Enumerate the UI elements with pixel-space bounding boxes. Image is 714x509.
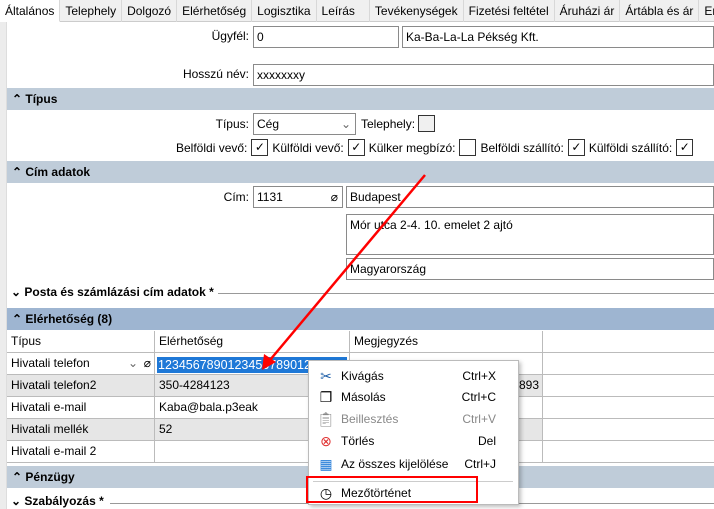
- section-title: Posta és számlázási cím adatok *: [24, 285, 214, 299]
- szabalyozas-section-header[interactable]: ⌄ Szabályozás *: [11, 494, 108, 508]
- section-title: Szabályozás *: [24, 494, 104, 508]
- arrow-line: [269, 174, 426, 361]
- posta-section-header[interactable]: ⌄ Posta és számlázási cím adatok *: [11, 285, 218, 299]
- annotation-arrow: [262, 174, 426, 370]
